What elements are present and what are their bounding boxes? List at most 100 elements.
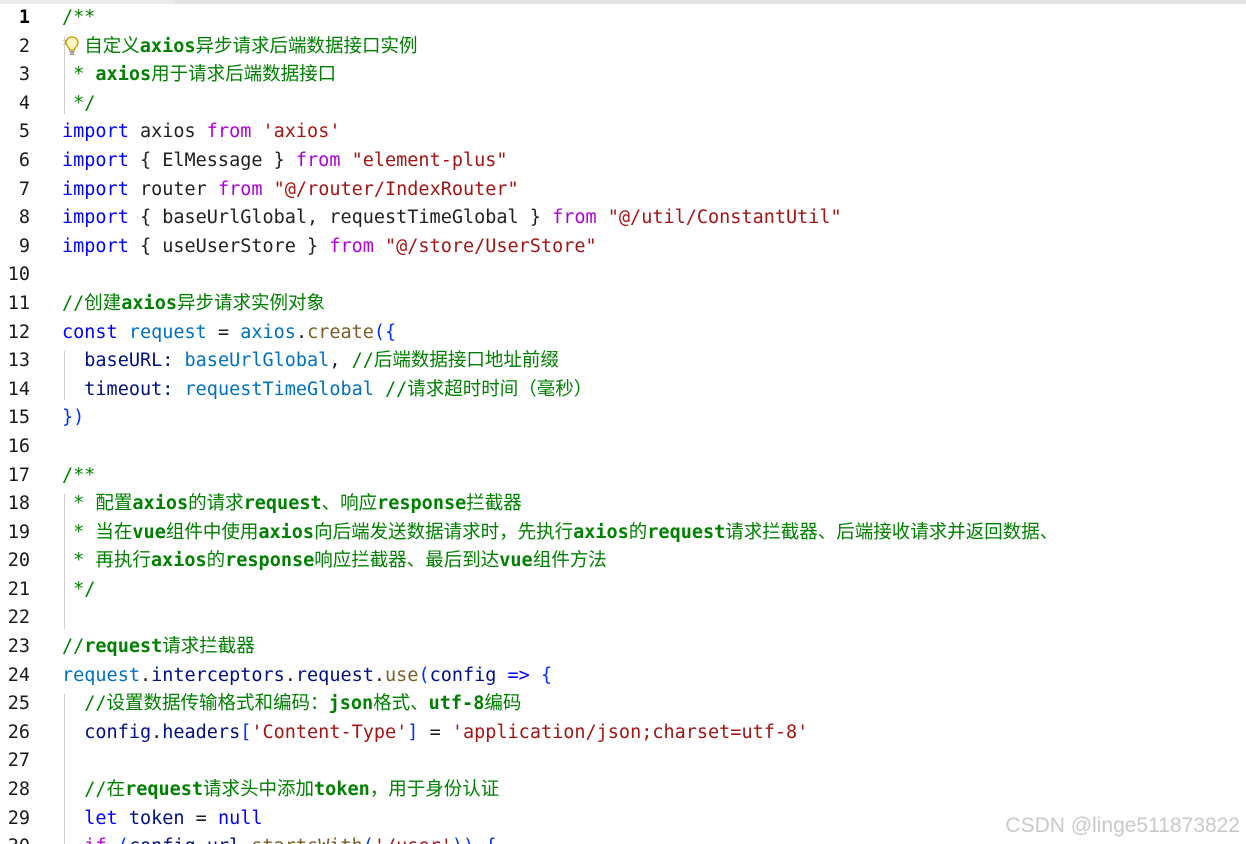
code-token: utf-8 xyxy=(428,693,485,715)
code-token: = xyxy=(184,807,218,829)
code-line[interactable]: 24 request.interceptors.request.use(confi… xyxy=(0,662,1246,691)
code-line[interactable]: 5 import axios from 'axios' xyxy=(0,118,1246,147)
code-token: request xyxy=(128,321,207,343)
code-token: token xyxy=(314,779,370,801)
code-token: interceptors xyxy=(151,664,285,686)
code-line[interactable]: 22 xyxy=(0,604,1246,633)
code-token: config xyxy=(62,721,152,743)
line-content: //request请求拦截器 xyxy=(62,633,255,662)
code-token: 请求拦截器 xyxy=(162,636,255,658)
indent-guide xyxy=(64,694,65,844)
code-line[interactable]: 11 //创建axios异步请求实例对象 xyxy=(0,290,1246,319)
code-editor[interactable]: 1/**2* 自定义axios异步请求后端数据接口实例3 * axios用于请求… xyxy=(0,0,1246,844)
code-token: 向后端发送数据请求时，先执行 xyxy=(314,521,574,543)
line-number: 28 xyxy=(7,779,30,801)
code-token: "@/store/UserStore" xyxy=(385,235,597,257)
code-token: requestTimeGlobal xyxy=(184,378,374,400)
code-line[interactable]: 7 import router from "@/router/IndexRoute… xyxy=(0,176,1246,205)
code-line[interactable]: 19 * 当在vue组件中使用axios向后端发送数据请求时，先执行axios的… xyxy=(0,519,1246,548)
code-token: */ xyxy=(62,578,96,600)
code-token: request xyxy=(125,779,204,801)
code-lines[interactable]: 1/**2* 自定义axios异步请求后端数据接口实例3 * axios用于请求… xyxy=(0,4,1246,844)
code-token: 'application/json;charset=utf-8' xyxy=(451,721,809,743)
code-token: { ElMessage } xyxy=(128,149,296,171)
line-number: 10 xyxy=(7,264,30,286)
line-content: */ xyxy=(62,90,95,119)
code-token: '/user' xyxy=(374,836,452,844)
code-line[interactable]: 3 * axios用于请求后端数据接口 xyxy=(0,61,1246,90)
code-token: * xyxy=(62,64,96,86)
code-token: * 再执行 xyxy=(62,550,151,572)
code-line[interactable]: 8 import { baseUrlGlobal, requestTimeGlob… xyxy=(0,204,1246,233)
code-line[interactable]: 26 config.headers['Content-Type'] = 'app… xyxy=(0,719,1246,748)
line-number: 17 xyxy=(7,464,30,486)
code-line[interactable]: 2 * 自定义axios异步请求后端数据接口实例 xyxy=(0,33,1246,62)
code-line[interactable]: 9 import { useUserStore } from "@/store/U… xyxy=(0,233,1246,262)
code-token: request xyxy=(62,664,140,686)
line-number: 7 xyxy=(18,178,30,200)
code-line[interactable]: 1 /** xyxy=(0,4,1246,33)
code-token: . xyxy=(373,664,386,686)
code-token: request xyxy=(295,664,374,686)
code-token: 用于请求后端数据接口 xyxy=(151,64,337,86)
code-token: axios xyxy=(258,521,315,543)
code-line[interactable]: 21 */ xyxy=(0,576,1246,605)
code-line[interactable]: 25 //设置数据传输格式和编码：json格式、utf-8编码 xyxy=(0,690,1246,719)
line-number: 3 xyxy=(18,64,30,86)
code-token: { xyxy=(529,664,553,686)
line-number: 4 xyxy=(18,92,30,114)
line-content: config.headers['Content-Type'] = 'applic… xyxy=(62,719,808,748)
code-line[interactable]: 28 //在request请求头中添加token，用于身份认证 xyxy=(0,776,1246,805)
code-token: 请求拦截器、后端接收请求并返回数据、 xyxy=(725,521,1059,543)
code-line[interactable]: 17 /** xyxy=(0,462,1246,491)
code-line[interactable]: 14 timeout: requestTimeGlobal //请求超时时间（毫… xyxy=(0,376,1246,405)
code-line[interactable]: 12 const request = axios.create({ xyxy=(0,319,1246,348)
code-token: axios xyxy=(573,521,629,543)
code-token: axios xyxy=(240,321,296,343)
code-token: axios xyxy=(121,292,177,314)
code-token: 格式、 xyxy=(373,693,429,715)
line-content: }) xyxy=(62,404,84,433)
code-token: 组件中使用 xyxy=(165,521,259,543)
code-token: */ xyxy=(62,92,96,114)
code-line[interactable]: 10 xyxy=(0,261,1246,290)
line-number: 18 xyxy=(7,493,30,515)
code-token: axios xyxy=(132,493,189,515)
code-token: axios xyxy=(128,121,207,143)
code-line[interactable]: 27 xyxy=(0,747,1246,776)
code-token: response xyxy=(225,550,315,572)
code-token: request xyxy=(84,636,163,658)
code-token: //设置数据传输格式和编码： xyxy=(62,693,329,715)
code-line[interactable]: 13 baseURL: baseUrlGlobal, //后端数据接口地址前缀 xyxy=(0,347,1246,376)
code-line[interactable]: 16 xyxy=(0,433,1246,462)
code-token: url xyxy=(207,836,240,844)
code-token: baseUrlGlobal xyxy=(184,350,330,372)
line-number: 9 xyxy=(18,235,30,257)
code-line[interactable]: 4 */ xyxy=(0,90,1246,119)
code-token: json xyxy=(328,693,374,715)
line-number: 26 xyxy=(7,721,30,743)
code-line[interactable]: 23 //request请求拦截器 xyxy=(0,633,1246,662)
code-token: //创建 xyxy=(62,292,122,314)
code-line[interactable]: 20 * 再执行axios的response响应拦截器、最后到达vue组件方法 xyxy=(0,547,1246,576)
indent-guide xyxy=(64,494,65,630)
code-line[interactable]: 18 * 配置axios的请求request、响应response拦截器 xyxy=(0,490,1246,519)
lightbulb-icon[interactable] xyxy=(64,35,80,57)
line-number: 8 xyxy=(18,207,30,229)
code-token: ，用于身份认证 xyxy=(369,779,500,801)
line-content: * 当在vue组件中使用axios向后端发送数据请求时，先执行axios的req… xyxy=(62,519,1058,548)
code-token: 、响应 xyxy=(321,493,378,515)
line-content: if (config.url.startsWith('/user')) { xyxy=(62,833,496,844)
line-content: /** xyxy=(62,4,95,33)
line-content: import { useUserStore } from "@/store/Us… xyxy=(62,233,597,262)
code-line[interactable]: 6 import { ElMessage } from "element-plus… xyxy=(0,147,1246,176)
code-token: ( xyxy=(418,664,430,686)
code-token: let xyxy=(84,807,118,829)
code-token: config xyxy=(129,836,196,844)
code-line[interactable]: 15}) xyxy=(0,404,1246,433)
watermark: CSDN @linge511873822 xyxy=(1005,814,1240,837)
code-token: * 配置 xyxy=(62,493,133,515)
code-token: 响应拦截器、最后到达 xyxy=(314,550,500,572)
code-token: // xyxy=(62,636,85,658)
